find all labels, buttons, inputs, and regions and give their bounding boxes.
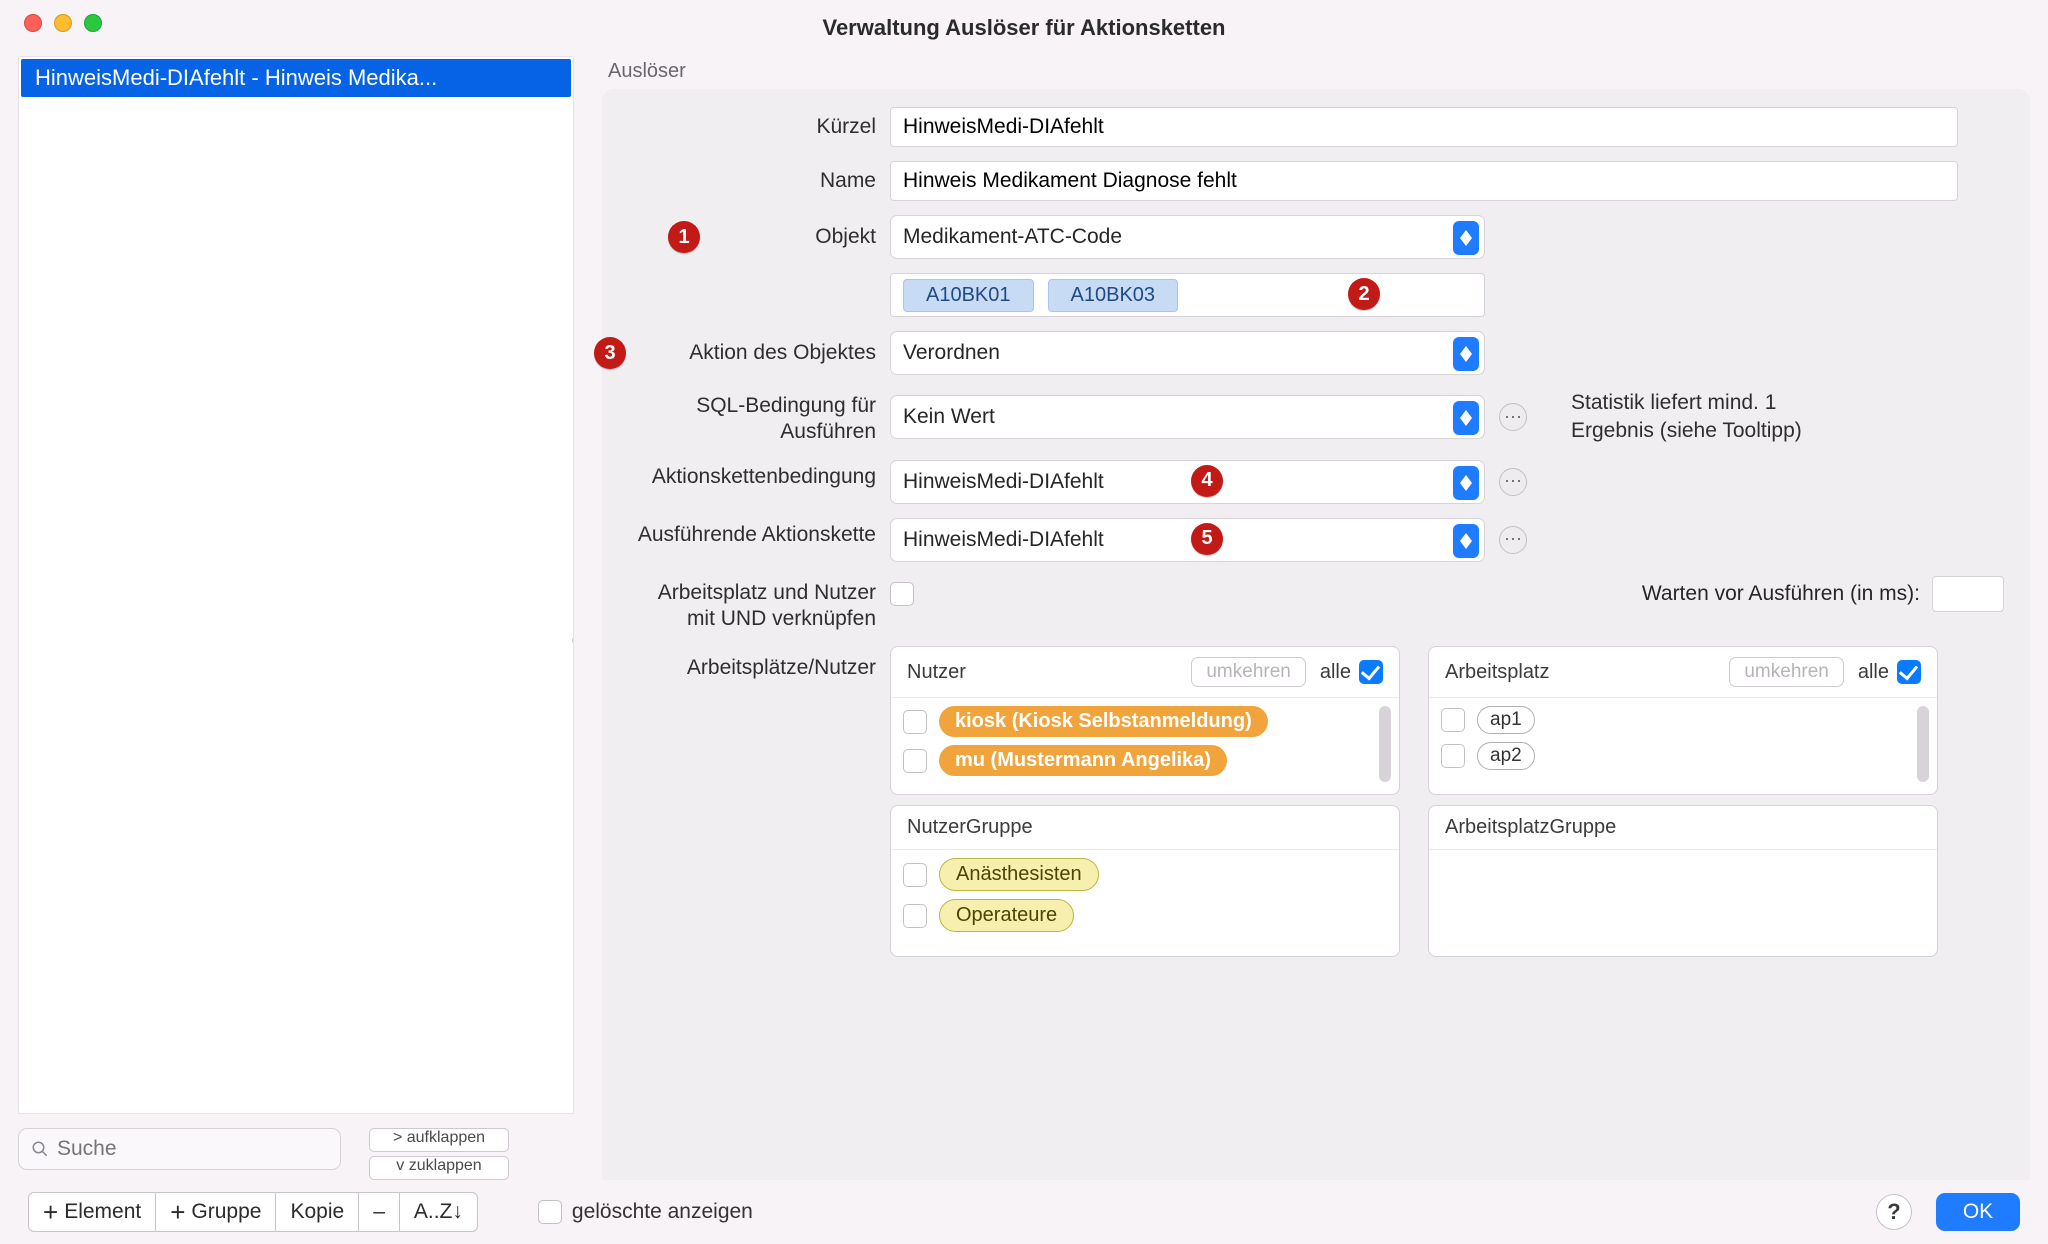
window-controls	[24, 14, 102, 32]
remove-button[interactable]: –	[359, 1192, 400, 1232]
chevron-up-down-icon[interactable]	[1453, 524, 1479, 558]
sql-select[interactable]: Kein Wert	[890, 395, 1485, 439]
nutzer-alle-checkbox[interactable]	[1359, 660, 1383, 684]
show-deleted-checkbox[interactable]	[538, 1200, 562, 1224]
item-checkbox[interactable]	[903, 863, 927, 887]
und-label: Arbeitsplatz und Nutzer mit UND verknüpf…	[628, 576, 890, 633]
objekt-select[interactable]: Medikament-ATC-Code	[890, 215, 1485, 259]
window-title: Verwaltung Auslöser für Aktionsketten	[822, 15, 1225, 41]
kettenbed-label: Aktionskettenbedingung	[628, 460, 890, 490]
arbeit-label: Arbeitsplätze/Nutzer	[628, 646, 890, 680]
list-item[interactable]: ap2	[1441, 742, 1895, 770]
nutzer-head: Nutzer	[907, 661, 966, 684]
aktion-label: 3 Aktion des Objektes	[628, 341, 890, 365]
badge-2: 2	[1348, 278, 1380, 310]
arbeitsplatz-list[interactable]: Arbeitsplatz umkehren alle ap1 ap2	[1428, 646, 1938, 795]
kuerzel-label: Kürzel	[628, 115, 890, 139]
nutzergruppe-head: NutzerGruppe	[907, 816, 1033, 839]
tree-item-selected[interactable]: HinweisMedi-DIAfehlt - Hinweis Medika...	[21, 59, 571, 97]
name-input[interactable]	[890, 161, 1958, 201]
atc-token-input[interactable]: A10BK01 A10BK03 2	[890, 273, 1485, 317]
badge-1: 1	[668, 221, 700, 253]
item-checkbox[interactable]	[903, 904, 927, 928]
list-item[interactable]: Operateure	[903, 899, 1357, 932]
atc-token[interactable]: A10BK01	[903, 279, 1034, 312]
show-deleted-label: gelöschte anzeigen	[572, 1200, 753, 1224]
toolbar-strip: +Element +Gruppe Kopie – A..Z↓	[28, 1192, 478, 1232]
badge-4: 4	[1191, 465, 1223, 497]
ausfuehr-select[interactable]: HinweisMedi-DIAfehlt 5	[890, 518, 1485, 562]
footer: +Element +Gruppe Kopie – A..Z↓ gelöschte…	[0, 1180, 2048, 1244]
sidebar: HinweisMedi-DIAfehlt - Hinweis Medika...…	[18, 56, 574, 1180]
titlebar: Verwaltung Auslöser für Aktionsketten	[0, 0, 2048, 56]
help-button[interactable]: ?	[1876, 1194, 1912, 1230]
name-label: Name	[628, 169, 890, 193]
sql-label: SQL-Bedingung für Ausführen	[628, 389, 890, 446]
ok-button[interactable]: OK	[1936, 1193, 2020, 1231]
chevron-up-down-icon[interactable]	[1453, 337, 1479, 371]
list-item[interactable]: kiosk (Kiosk Selbstanmeldung)	[903, 706, 1357, 737]
close-icon[interactable]	[24, 14, 42, 32]
scrollbar-thumb[interactable]	[1917, 706, 1929, 782]
badge-5: 5	[1191, 523, 1223, 555]
item-checkbox[interactable]	[903, 710, 927, 734]
objekt-label: 1 Objekt	[628, 225, 890, 249]
arbeitsplatzgruppe-head: ArbeitsplatzGruppe	[1445, 816, 1616, 839]
ausfuehr-more-button[interactable]: ⋯	[1499, 526, 1527, 554]
copy-button[interactable]: Kopie	[276, 1192, 359, 1232]
kettenbed-more-button[interactable]: ⋯	[1499, 468, 1527, 496]
search-input[interactable]	[18, 1128, 341, 1170]
zoom-icon[interactable]	[84, 14, 102, 32]
list-item[interactable]: Anästhesisten	[903, 858, 1357, 891]
atc-token[interactable]: A10BK03	[1048, 279, 1179, 312]
nutzergruppe-list[interactable]: NutzerGruppe Anästhesisten Operateure	[890, 805, 1400, 957]
und-checkbox[interactable]	[890, 582, 914, 606]
minimize-icon[interactable]	[54, 14, 72, 32]
item-checkbox[interactable]	[1441, 708, 1465, 732]
wait-label: Warten vor Ausführen (in ms):	[1642, 582, 1920, 606]
kettenbed-select[interactable]: HinweisMedi-DIAfehlt 4	[890, 460, 1485, 504]
trigger-tree[interactable]: HinweisMedi-DIAfehlt - Hinweis Medika...	[18, 56, 574, 1114]
collapse-all-button[interactable]: v zuklappen	[369, 1156, 509, 1180]
wait-input[interactable]	[1932, 576, 2004, 612]
arbeitsplatzgruppe-list[interactable]: ArbeitsplatzGruppe	[1428, 805, 1938, 957]
scrollbar-thumb[interactable]	[1379, 706, 1391, 782]
item-checkbox[interactable]	[1441, 744, 1465, 768]
ausfuehr-label: Ausführende Aktionskette	[628, 518, 890, 548]
expand-all-button[interactable]: > aufklappen	[369, 1128, 509, 1152]
chevron-up-down-icon[interactable]	[1453, 401, 1479, 435]
section-header: Auslöser	[608, 60, 2030, 83]
chevron-up-down-icon[interactable]	[1453, 466, 1479, 500]
search-field[interactable]	[57, 1137, 328, 1161]
badge-3: 3	[594, 337, 626, 369]
nutzer-list[interactable]: Nutzer umkehren alle kiosk (Kiosk Selbst…	[890, 646, 1400, 795]
list-item[interactable]: mu (Mustermann Angelika)	[903, 745, 1357, 776]
item-checkbox[interactable]	[903, 749, 927, 773]
form-panel: Kürzel Name 1 Objekt Medikament-ATC-Code	[602, 89, 2030, 1180]
form-area: Auslöser Kürzel Name 1 Objekt Medikament…	[574, 56, 2030, 1180]
aktion-select[interactable]: Verordnen	[890, 331, 1485, 375]
sort-button[interactable]: A..Z↓	[400, 1192, 478, 1232]
sql-hint: Statistik liefert mind. 1 Ergebnis (sieh…	[1571, 389, 1821, 446]
nutzer-invert-button[interactable]: umkehren	[1191, 657, 1306, 687]
objekt-value: Medikament-ATC-Code	[903, 225, 1122, 249]
arbeitsplatz-invert-button[interactable]: umkehren	[1729, 657, 1844, 687]
chevron-up-down-icon[interactable]	[1453, 221, 1479, 255]
add-element-button[interactable]: +Element	[28, 1192, 156, 1232]
search-icon	[31, 1140, 49, 1158]
kuerzel-input[interactable]	[890, 107, 1958, 147]
sql-more-button[interactable]: ⋯	[1499, 403, 1527, 431]
arbeitsplatz-head: Arbeitsplatz	[1445, 661, 1550, 684]
add-group-button[interactable]: +Gruppe	[156, 1192, 276, 1232]
list-item[interactable]: ap1	[1441, 706, 1895, 734]
arbeitsplatz-alle-checkbox[interactable]	[1897, 660, 1921, 684]
